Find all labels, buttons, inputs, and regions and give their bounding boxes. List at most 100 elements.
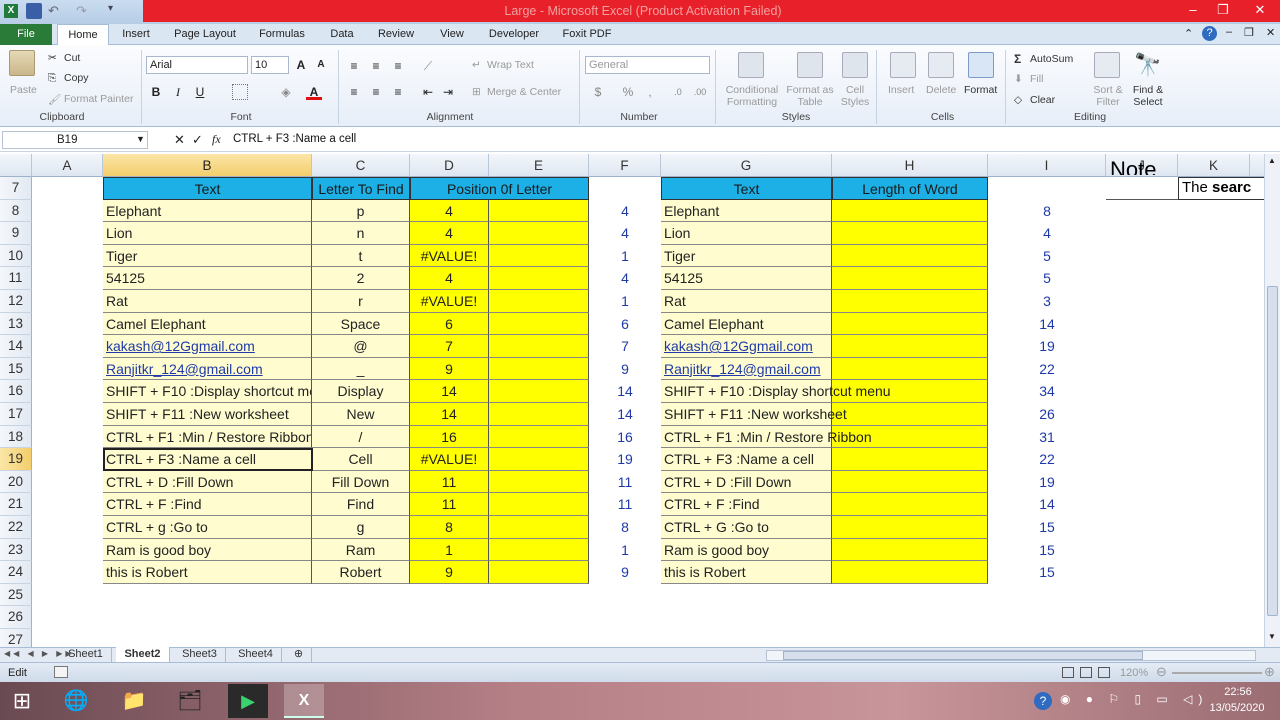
table1-position-cell[interactable]: 11 <box>410 493 489 516</box>
col-header-c[interactable]: C <box>312 154 410 177</box>
number-format-select[interactable]: General <box>585 56 710 74</box>
horizontal-scrollbar[interactable] <box>766 650 1256 661</box>
table1-empty-cell[interactable] <box>489 403 589 426</box>
col-i-cell[interactable]: 15 <box>988 561 1106 584</box>
macro-record-icon[interactable] <box>54 666 68 678</box>
window-close-icon[interactable]: ✕ <box>1266 26 1275 39</box>
table1-position-cell[interactable]: 4 <box>410 199 489 223</box>
row-header[interactable]: 22 <box>0 516 32 539</box>
insert-function-icon[interactable]: fx <box>212 132 221 147</box>
col-i-cell[interactable]: 5 <box>988 245 1106 268</box>
tab-view[interactable]: View <box>432 24 472 45</box>
table1-empty-cell[interactable] <box>489 357 589 381</box>
window-restore-icon[interactable]: ❐ <box>1244 26 1254 39</box>
table1-letter-cell[interactable]: g <box>312 516 410 539</box>
col-header-a[interactable]: A <box>32 154 103 177</box>
table1-position-cell[interactable]: 14 <box>410 380 489 403</box>
table1-position-cell[interactable]: 14 <box>410 403 489 426</box>
tab-data[interactable]: Data <box>322 24 362 45</box>
close-button[interactable]: ✕ <box>1240 0 1280 22</box>
table1-letter-cell[interactable]: 2 <box>312 267 410 290</box>
table1-empty-cell[interactable] <box>489 267 589 290</box>
col-header-h[interactable]: H <box>832 154 988 177</box>
format-cells-icon[interactable] <box>968 52 994 78</box>
table1-header-text[interactable]: Text <box>103 177 312 200</box>
table1-position-cell[interactable]: 4 <box>410 267 489 290</box>
table2-text-cell[interactable]: CTRL + F1 :Min / Restore Ribbon <box>661 425 872 449</box>
align-left-icon[interactable]: ≡ <box>346 84 362 100</box>
table1-text-cell[interactable]: SHIFT + F11 :New worksheet <box>103 403 312 426</box>
format-as-table-icon[interactable] <box>797 52 823 78</box>
autosum-button[interactable]: AutoSum <box>1030 53 1073 65</box>
wrap-text-button[interactable]: Wrap Text <box>487 59 534 71</box>
table1-letter-cell[interactable]: t <box>312 244 410 268</box>
font-name-select[interactable]: Arial <box>146 56 248 74</box>
table1-text-cell[interactable]: Elephant <box>103 199 312 223</box>
zoom-slider[interactable] <box>1172 672 1262 674</box>
find-select-button[interactable]: Find & Select <box>1128 84 1168 108</box>
table1-position-cell[interactable]: 11 <box>410 470 489 494</box>
tab-page-layout[interactable]: Page Layout <box>168 24 242 45</box>
vertical-scrollbar[interactable]: ▲ ▼ <box>1264 154 1280 647</box>
col-f-cell[interactable]: 4 <box>589 200 661 223</box>
confirm-entry-icon[interactable]: ✓ <box>192 132 203 148</box>
row-header[interactable]: 11 <box>0 267 32 290</box>
formula-input[interactable]: CTRL + F3 :Name a cell <box>233 133 356 145</box>
align-center-icon[interactable]: ≡ <box>368 84 384 100</box>
table1-header-letter[interactable]: Letter To Find <box>312 177 410 200</box>
col-i-cell[interactable]: 5 <box>988 267 1106 290</box>
table2-length-cell[interactable] <box>832 516 988 539</box>
table2-length-cell[interactable] <box>832 244 988 268</box>
table2-length-cell[interactable] <box>832 222 988 245</box>
align-top-icon[interactable]: ≡ <box>346 58 362 74</box>
row-header[interactable]: 24 <box>0 561 32 584</box>
name-box[interactable]: B19 <box>2 131 148 149</box>
table1-position-cell[interactable]: 8 <box>410 516 489 539</box>
table1-letter-cell[interactable]: p <box>312 199 410 223</box>
cut-button[interactable]: Cut <box>64 52 80 64</box>
fill-button[interactable]: Fill <box>1030 73 1043 85</box>
table1-text-cell[interactable]: SHIFT + F10 :Display shortcut menu <box>103 380 312 403</box>
col-header-b[interactable]: B <box>103 154 312 177</box>
row-header[interactable]: 15 <box>0 357 32 381</box>
table1-text-cell[interactable]: CTRL + g :Go to <box>103 516 312 539</box>
table1-text-cell[interactable]: Tiger <box>103 244 312 268</box>
col-f-cell[interactable]: 6 <box>589 313 661 336</box>
row-header[interactable]: 27 <box>0 629 32 647</box>
redo-icon[interactable]: ↷ <box>76 3 92 19</box>
table1-text-cell[interactable]: Ranjitkr_124@gmail.com <box>103 357 312 381</box>
page-layout-view-icon[interactable] <box>1080 667 1092 678</box>
taskbar-app-3-icon[interactable]: 🗂 <box>170 684 210 718</box>
table1-letter-cell[interactable]: _ <box>312 357 410 381</box>
taskbar-excel-icon[interactable]: X <box>284 684 324 718</box>
sort-filter-button[interactable]: Sort & Filter <box>1088 84 1128 108</box>
sheet-tab-1[interactable]: Sheet1 <box>60 647 112 662</box>
col-i-cell[interactable]: 22 <box>988 358 1106 381</box>
table1-empty-cell[interactable] <box>489 561 589 584</box>
save-icon[interactable] <box>26 3 42 19</box>
active-cell-b19[interactable] <box>103 448 313 472</box>
format-cells-button[interactable]: Format <box>964 84 997 96</box>
col-i-cell[interactable]: 22 <box>988 448 1106 471</box>
sheet-tab-2[interactable]: Sheet2 <box>116 647 170 662</box>
col-f-cell[interactable]: 4 <box>589 267 661 290</box>
scroll-up-icon[interactable]: ▲ <box>1268 156 1276 165</box>
row-header[interactable]: 25 <box>0 583 32 607</box>
table2-length-cell[interactable] <box>832 199 988 223</box>
table1-position-cell[interactable]: 4 <box>410 222 489 245</box>
col-header-g[interactable]: G <box>661 154 832 177</box>
col-f-cell[interactable]: 9 <box>589 561 661 584</box>
row-header[interactable]: 14 <box>0 335 32 358</box>
table2-text-cell[interactable]: Lion <box>661 222 832 245</box>
col-f-cell[interactable]: 11 <box>589 493 661 516</box>
col-i-cell[interactable]: 15 <box>988 516 1106 539</box>
fill-icon[interactable]: ⬇ <box>1014 73 1023 85</box>
cancel-entry-icon[interactable]: ✕ <box>174 132 185 148</box>
col-header-l[interactable] <box>1250 154 1264 177</box>
table1-empty-cell[interactable] <box>489 244 589 268</box>
col-i-cell[interactable]: 8 <box>988 200 1106 223</box>
table2-length-cell[interactable] <box>832 448 988 471</box>
taskbar-app-4-icon[interactable]: ▶ <box>228 684 268 718</box>
table2-length-cell[interactable] <box>832 335 988 358</box>
col-f-cell[interactable]: 1 <box>589 539 661 562</box>
